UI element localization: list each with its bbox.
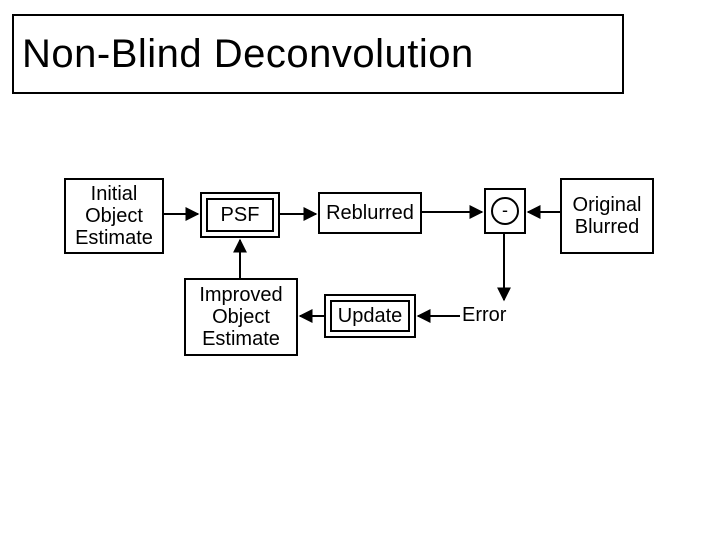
node-label: Reblurred [326,202,414,224]
node-error-label: Error [462,304,506,327]
node-label: Original Blurred [573,194,642,238]
page-title: Non-Blind Deconvolution [22,32,474,77]
node-psf: PSF [200,192,280,238]
node-label: Initial Object Estimate [75,183,153,249]
title-box: Non-Blind Deconvolution [12,14,624,94]
minus-label: - [502,201,508,221]
node-reblurred: Reblurred [318,192,422,234]
node-initial-object-estimate: Initial Object Estimate [64,178,164,254]
node-update: Update [324,294,416,338]
diagram-stage: Non-Blind Deconvolution Initial Object E… [0,0,720,540]
node-original-blurred: Original Blurred [560,178,654,254]
node-label: Error [462,304,506,326]
node-label: Update [338,305,403,327]
node-label: Improved Object Estimate [199,284,282,350]
node-subtract: - [484,188,526,234]
minus-circle-icon: - [491,197,519,225]
node-label: PSF [221,204,260,226]
node-improved-object-estimate: Improved Object Estimate [184,278,298,356]
